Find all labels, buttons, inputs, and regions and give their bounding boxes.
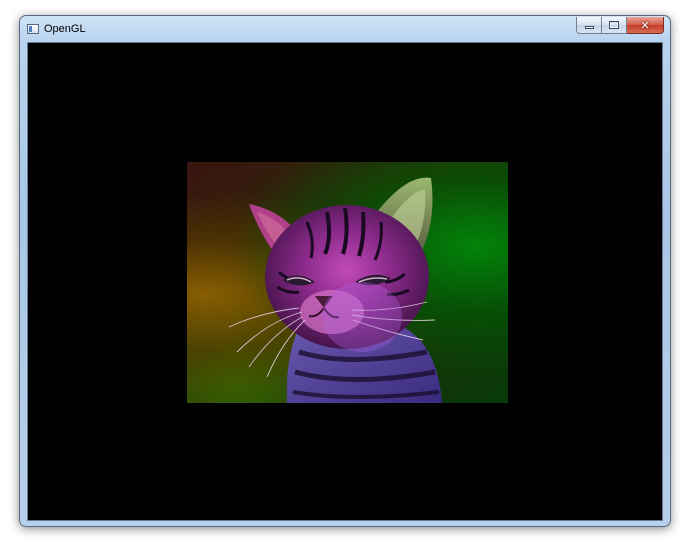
window-controls: ✕ bbox=[576, 17, 664, 35]
title-bar[interactable]: OpenGL ✕ bbox=[20, 16, 670, 42]
window-title: OpenGL bbox=[44, 23, 86, 35]
close-button[interactable]: ✕ bbox=[627, 17, 664, 34]
maximize-icon bbox=[609, 21, 619, 29]
window-app-icon[interactable] bbox=[27, 24, 39, 34]
minimize-button[interactable] bbox=[576, 17, 602, 34]
maximize-button[interactable] bbox=[602, 17, 627, 34]
opengl-viewport[interactable] bbox=[27, 42, 663, 521]
close-icon: ✕ bbox=[640, 18, 650, 32]
opengl-window: OpenGL ✕ bbox=[19, 15, 671, 527]
textured-quad-kitten bbox=[187, 162, 508, 403]
kitten-image bbox=[228, 177, 442, 403]
minimize-icon bbox=[584, 26, 594, 29]
